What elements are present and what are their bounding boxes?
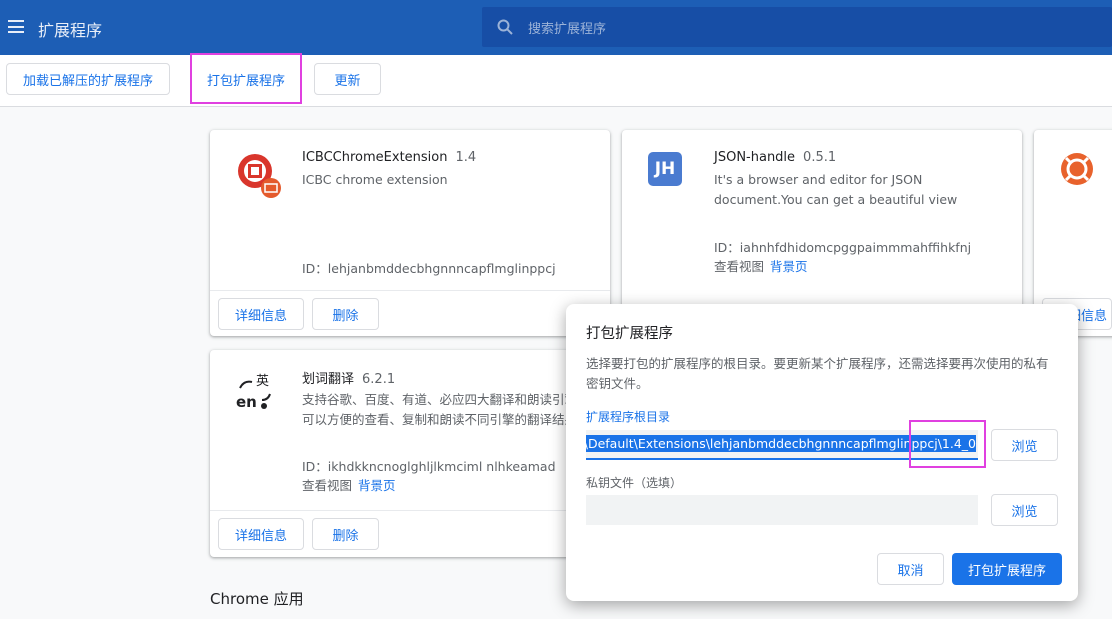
inspect-views-label: 查看视图: [714, 259, 765, 274]
menu-icon[interactable]: [8, 20, 24, 33]
extension-description: ICBC chrome extension: [302, 172, 448, 187]
dialog-title: 打包扩展程序: [586, 326, 673, 342]
background-page-link[interactable]: 背景页: [770, 259, 808, 274]
browse-key-button[interactable]: 浏览: [991, 494, 1058, 526]
inspect-views-label: 查看视图: [302, 478, 353, 493]
extension-id: ID：iahnhfdhidomcpggpaimmmahffihkfnj: [714, 240, 972, 255]
load-unpacked-button[interactable]: 加载已解压的扩展程序: [6, 63, 170, 95]
remove-button[interactable]: 删除: [312, 518, 379, 550]
extension-id: ID：ikhdkkncnoglghljlkmciml nlhkeamad: [302, 459, 556, 474]
details-button[interactable]: 详细信息: [218, 518, 304, 550]
chrome-apps-heading: Chrome 应用: [210, 590, 304, 608]
extension-card-icbc: ICBCChromeExtension 1.4 ICBC chrome exten…: [210, 130, 610, 336]
translate-logo-icon: 英 en: [236, 374, 271, 411]
lifebuoy-icon: [1061, 153, 1093, 185]
extension-version: 1.4: [455, 150, 477, 165]
card-divider: [210, 290, 610, 291]
icbc-logo-icon: [238, 154, 281, 198]
inspect-views: 查看视图 背景页: [302, 475, 396, 494]
top-bar: 扩展程序 搜索扩展程序: [0, 0, 1112, 55]
svg-text:en: en: [236, 393, 257, 411]
json-handle-logo-icon: JH: [648, 152, 682, 186]
extension-version: 6.2.1: [362, 372, 396, 387]
extension-description: 支持谷歌、百度、有道、必应四大翻译和朗读引擎，可以方便的查看、复制和朗读不同引擎…: [302, 392, 590, 427]
extension-name: 划词翻译 6.2.1: [302, 368, 395, 387]
inspect-views: 查看视图 背景页: [714, 256, 808, 275]
toolbar: 加载已解压的扩展程序 打包扩展程序 更新: [0, 55, 1112, 107]
search-placeholder: 搜索扩展程序: [528, 22, 607, 37]
svg-text:英: 英: [256, 374, 269, 389]
extension-id: ID：lehjanbmddecbhgnnncapflmglinppcj: [302, 261, 556, 276]
extension-card-translate: 英 en 划词翻译 6.2.1 支持谷歌、百度、有道、必应四大翻译和朗读引擎，可以…: [210, 350, 610, 557]
page-title: 扩展程序: [38, 21, 103, 40]
highlight-box-path: [909, 420, 986, 468]
cancel-button[interactable]: 取消: [877, 553, 944, 585]
pack-extension-dialog: 打包扩展程序 选择要打包的扩展程序的根目录。要更新某个扩展程序，还需选择要再次使…: [566, 304, 1078, 601]
extension-name: JSON-handle 0.5.1: [714, 150, 836, 165]
browse-root-button[interactable]: 浏览: [991, 429, 1058, 461]
background-page-link[interactable]: 背景页: [358, 478, 396, 493]
extension-name-text: JSON-handle: [714, 150, 796, 165]
root-directory-label: 扩展程序根目录: [586, 410, 671, 424]
extension-name-text: 划词翻译: [302, 372, 355, 387]
card-divider: [210, 510, 610, 511]
extension-version: 0.5.1: [803, 150, 837, 165]
extension-name: ICBCChromeExtension 1.4: [302, 150, 476, 165]
dialog-description: 选择要打包的扩展程序的根目录。要更新某个扩展程序，还需选择要再次使用的私有密钥文…: [586, 356, 1049, 391]
update-button[interactable]: 更新: [314, 63, 381, 95]
remove-button[interactable]: 删除: [312, 298, 379, 330]
details-button[interactable]: 详细信息: [218, 298, 304, 330]
extension-name-text: ICBCChromeExtension: [302, 150, 448, 165]
search-input[interactable]: 搜索扩展程序: [482, 7, 1112, 47]
extension-description: It's a browser and editor for JSON docum…: [714, 172, 958, 207]
pack-extension-confirm-button[interactable]: 打包扩展程序: [952, 553, 1062, 585]
highlight-box-toolbar: [190, 53, 302, 104]
private-key-label: 私钥文件（选填）: [586, 476, 683, 490]
search-icon: [497, 19, 513, 35]
private-key-input[interactable]: [586, 495, 978, 525]
